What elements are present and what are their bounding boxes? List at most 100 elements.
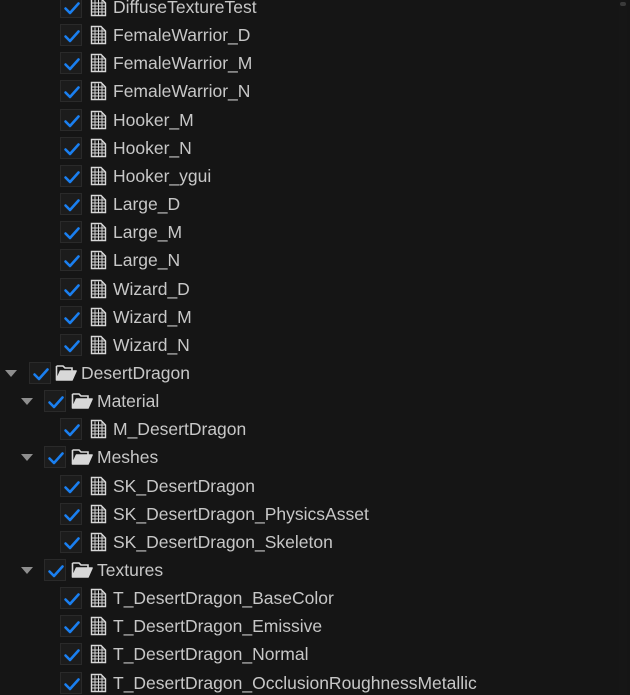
- include-checkbox[interactable]: [60, 418, 82, 441]
- asset-file-icon: [88, 335, 110, 355]
- folder-open-icon: [55, 363, 77, 383]
- include-checkbox[interactable]: [60, 615, 82, 638]
- checkmark-icon: [64, 649, 80, 662]
- include-checkbox[interactable]: [60, 587, 82, 610]
- asset-file-icon: [88, 110, 110, 130]
- tree-asset-row[interactable]: T_DesertDragon_Normal: [0, 640, 616, 668]
- asset-file-icon: [88, 222, 110, 242]
- tree-item-label: M_DesertDragon: [113, 419, 247, 440]
- tree-asset-row[interactable]: T_DesertDragon_Emissive: [0, 612, 616, 640]
- include-checkbox[interactable]: [60, 0, 82, 18]
- tree-asset-row[interactable]: FemaleWarrior_N: [0, 77, 616, 105]
- include-checkbox[interactable]: [60, 530, 82, 553]
- include-checkbox[interactable]: [44, 446, 66, 469]
- chevron-down-icon[interactable]: [21, 398, 33, 406]
- asset-file-icon: [88, 419, 110, 439]
- checkmark-icon: [33, 368, 49, 381]
- tree-folder-row[interactable]: Meshes: [0, 443, 616, 471]
- tree-asset-row[interactable]: SK_DesertDragon: [0, 472, 616, 500]
- tree-item-label: Hooker_ygui: [113, 165, 212, 186]
- asset-file-icon: [88, 25, 110, 45]
- tree-item-label: FemaleWarrior_M: [113, 53, 253, 74]
- tree-item-label: Meshes: [97, 447, 159, 468]
- tree-asset-row[interactable]: Large_D: [0, 190, 616, 218]
- checkmark-icon: [64, 142, 80, 156]
- tree-asset-row[interactable]: SK_DesertDragon_PhysicsAsset: [0, 500, 616, 528]
- include-checkbox[interactable]: [60, 474, 82, 497]
- tree-asset-row[interactable]: Hooker_N: [0, 134, 616, 162]
- tree-asset-row[interactable]: FemaleWarrior_D: [0, 21, 616, 49]
- chevron-down-icon[interactable]: [5, 369, 17, 377]
- asset-file-icon: [88, 250, 110, 270]
- scrollbar-thumb[interactable]: [620, 2, 626, 6]
- checkmark-icon: [48, 565, 64, 578]
- tree-folder-row[interactable]: DesertDragon: [0, 359, 616, 387]
- include-checkbox[interactable]: [60, 80, 82, 103]
- include-checkbox[interactable]: [60, 164, 82, 187]
- tree-asset-row[interactable]: M_DesertDragon: [0, 415, 616, 443]
- include-checkbox[interactable]: [60, 221, 82, 244]
- tree-folder-row[interactable]: Material: [0, 387, 616, 415]
- tree-item-label: Material: [97, 391, 160, 412]
- include-checkbox[interactable]: [60, 277, 82, 300]
- tree-item-label: SK_DesertDragon: [113, 475, 256, 496]
- tree-folder-row[interactable]: Textures: [0, 556, 616, 584]
- include-checkbox[interactable]: [60, 108, 82, 131]
- checkmark-icon: [64, 677, 80, 690]
- include-checkbox[interactable]: [60, 671, 82, 694]
- include-checkbox[interactable]: [44, 390, 66, 413]
- checkmark-icon: [64, 339, 80, 353]
- checkmark-icon: [64, 283, 80, 296]
- include-checkbox[interactable]: [60, 643, 82, 666]
- tree-asset-row[interactable]: Wizard_D: [0, 275, 616, 303]
- checkmark-icon: [64, 2, 80, 15]
- checkmark-icon: [64, 58, 80, 71]
- tree-asset-row[interactable]: Hooker_M: [0, 106, 616, 134]
- tree-asset-row[interactable]: T_DesertDragon_BaseColor: [0, 584, 616, 612]
- tree-item-label: Wizard_N: [113, 334, 190, 355]
- tree-item-label: Wizard_D: [113, 278, 190, 299]
- tree-item-label: T_DesertDragon_Normal: [113, 644, 309, 665]
- include-checkbox[interactable]: [60, 52, 82, 75]
- asset-file-icon: [88, 166, 110, 186]
- checkmark-icon: [64, 86, 80, 99]
- checkmark-icon: [64, 199, 80, 212]
- chevron-down-icon[interactable]: [21, 567, 33, 574]
- checkmark-icon: [64, 537, 80, 550]
- include-checkbox[interactable]: [44, 559, 66, 581]
- tree-item-label: FemaleWarrior_D: [113, 25, 251, 46]
- tree-asset-row[interactable]: Hooker_ygui: [0, 162, 616, 190]
- tree-item-label: DesertDragon: [81, 362, 190, 383]
- tree-asset-row[interactable]: Large_N: [0, 246, 616, 274]
- tree-asset-row[interactable]: DiffuseTextureTest: [0, 0, 616, 21]
- folder-open-icon: [71, 447, 93, 467]
- include-checkbox[interactable]: [60, 249, 82, 272]
- tree-item-label: SK_DesertDragon_Skeleton: [113, 531, 333, 552]
- tree-asset-row[interactable]: T_DesertDragon_OcclusionRoughnessMetalli…: [0, 669, 616, 695]
- tree-item-label: Wizard_M: [113, 306, 192, 327]
- tree-asset-row[interactable]: SK_DesertDragon_Skeleton: [0, 528, 616, 556]
- tree-item-label: Large_M: [113, 222, 183, 243]
- include-checkbox[interactable]: [60, 136, 82, 159]
- tree-asset-row[interactable]: Wizard_M: [0, 303, 616, 331]
- tree-item-label: Large_D: [113, 194, 181, 215]
- asset-file-icon: [88, 53, 110, 73]
- checkmark-icon: [64, 171, 80, 184]
- include-checkbox[interactable]: [60, 333, 82, 356]
- include-checkbox[interactable]: [60, 24, 82, 47]
- checkmark-icon: [64, 424, 80, 437]
- asset-file-icon: [88, 588, 110, 608]
- tree-asset-row[interactable]: FemaleWarrior_M: [0, 49, 616, 77]
- include-checkbox[interactable]: [60, 305, 82, 328]
- include-checkbox[interactable]: [60, 502, 82, 525]
- tree-asset-row[interactable]: Wizard_N: [0, 331, 616, 359]
- checkmark-icon: [64, 508, 80, 521]
- include-checkbox[interactable]: [29, 361, 51, 384]
- include-checkbox[interactable]: [60, 193, 82, 216]
- tree-asset-row[interactable]: Large_M: [0, 218, 616, 246]
- vertical-scrollbar[interactable]: [619, 0, 627, 695]
- asset-file-icon: [88, 476, 110, 496]
- asset-file-icon: [88, 644, 110, 664]
- tree-item-label: T_DesertDragon_BaseColor: [113, 588, 334, 609]
- chevron-down-icon[interactable]: [21, 454, 33, 462]
